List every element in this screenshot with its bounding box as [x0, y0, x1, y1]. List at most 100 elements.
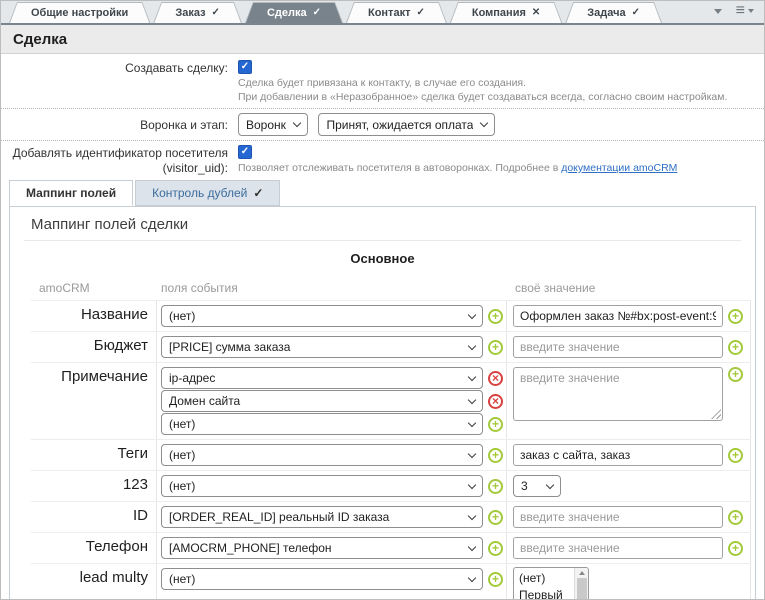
custom-value-input[interactable]	[513, 537, 723, 559]
field-name-label: Примечание	[31, 363, 157, 439]
custom-value-input[interactable]	[513, 305, 723, 327]
tab-deal[interactable]: Сделка ✓	[245, 2, 343, 23]
tab-general-settings[interactable]: Общие настройки	[9, 2, 150, 23]
tab-label: Общие настройки	[31, 7, 128, 19]
funnel-select[interactable]: Воронка	[238, 113, 308, 136]
scrollbar-thumb[interactable]	[577, 578, 587, 600]
tab-order[interactable]: Заказ ✓	[153, 2, 242, 23]
tab-task[interactable]: Задача ✓	[565, 2, 662, 23]
event-field-select[interactable]: ip-адрес	[161, 367, 483, 389]
tab-label: Задача	[587, 7, 625, 19]
chevron-down-icon	[468, 310, 476, 318]
chevron-down-icon[interactable]	[714, 9, 722, 14]
tab-duplicate-control[interactable]: Контроль дублей ✓	[135, 180, 280, 206]
column-header-amocrm: amoCRM	[31, 276, 157, 300]
visitor-uid-checkbox[interactable]: ✓	[238, 145, 252, 159]
custom-value-textarea[interactable]	[513, 367, 723, 421]
tab-contact[interactable]: Контакт ✓	[346, 2, 447, 23]
table-row: Бюджет [PRICE] сумма заказа + +	[31, 331, 751, 362]
visitor-uid-help: Позволяет отслеживать посетителя в автов…	[238, 162, 764, 175]
event-field-select[interactable]: [PRICE] сумма заказа	[161, 336, 483, 358]
add-icon[interactable]: +	[728, 309, 743, 324]
add-icon[interactable]: +	[488, 417, 503, 432]
create-deal-label: Создавать сделку:	[1, 60, 238, 104]
scrollbar[interactable]	[574, 568, 588, 600]
custom-value-input[interactable]	[513, 444, 723, 466]
field-name-label: 123	[31, 471, 157, 501]
custom-value-input[interactable]	[513, 336, 723, 358]
mapping-tab-bar: Маппинг полей Контроль дублей ✓	[9, 180, 764, 206]
event-field-select[interactable]: (нет)	[161, 475, 483, 497]
scroll-up-icon[interactable]	[579, 571, 585, 575]
chevron-down-icon	[468, 511, 476, 519]
funnel-stage-label: Воронка и этап:	[1, 113, 238, 136]
chevron-down-icon	[468, 395, 476, 403]
menu-icon: ≡	[736, 4, 745, 18]
field-name-label: Бюджет	[31, 332, 157, 362]
event-field-select[interactable]: [ORDER_REAL_ID] реальный ID заказа	[161, 506, 483, 528]
event-field-select[interactable]: (нет)	[161, 305, 483, 327]
table-row: 123 (нет) + 3	[31, 470, 751, 501]
chevron-down-icon	[468, 573, 476, 581]
tabbar-actions: ≡	[714, 4, 754, 18]
stage-select[interactable]: Принят, ожидается оплата	[318, 113, 495, 136]
remove-icon[interactable]: ×	[488, 371, 503, 386]
menu-button[interactable]: ≡	[736, 4, 754, 18]
multiselect-option[interactable]: (нет)	[514, 570, 574, 587]
add-icon[interactable]: +	[488, 541, 503, 556]
add-icon[interactable]: +	[488, 340, 503, 355]
funnel-select-value: Воронка	[246, 118, 286, 132]
check-icon: ✓	[253, 186, 263, 200]
field-name-label: Теги	[31, 440, 157, 470]
add-icon[interactable]: +	[728, 367, 743, 382]
event-field-select[interactable]: (нет)	[161, 444, 483, 466]
add-icon[interactable]: +	[488, 448, 503, 463]
chevron-down-icon	[546, 480, 554, 488]
chevron-down-icon	[468, 372, 476, 380]
create-deal-row: Создавать сделку: ✓ Сделка будет привяза…	[1, 60, 764, 104]
field-name-label: Телефон	[31, 533, 157, 563]
table-row: Примечание ip-адрес × Домен сайта	[31, 362, 751, 439]
add-icon[interactable]: +	[488, 572, 503, 587]
field-name-label: ID	[31, 502, 157, 532]
add-icon[interactable]: +	[488, 510, 503, 525]
amocrm-docs-link[interactable]: документации amoCRM	[561, 162, 677, 174]
tab-company[interactable]: Компания ✕	[450, 2, 562, 23]
top-tab-bar: Общие настройки Заказ ✓ Сделка ✓ Контакт…	[1, 1, 764, 25]
check-icon: ✓	[632, 7, 640, 18]
tab-field-mapping[interactable]: Маппинг полей	[9, 180, 133, 206]
chevron-down-icon	[468, 542, 476, 550]
event-field-select[interactable]: (нет)	[161, 413, 483, 435]
table-row: Теги (нет) + +	[31, 439, 751, 470]
event-field-select[interactable]: [AMOCRM_PHONE] телефон	[161, 537, 483, 559]
chevron-down-icon	[468, 449, 476, 457]
mapping-table: amoCRM поля события своё значение Назван…	[31, 276, 751, 600]
event-field-select[interactable]: Домен сайта	[161, 390, 483, 412]
custom-value-select[interactable]: 3	[513, 475, 561, 497]
check-icon: ✓	[241, 62, 249, 72]
event-field-select[interactable]: (нет)	[161, 568, 483, 590]
table-row: Телефон [AMOCRM_PHONE] телефон + +	[31, 532, 751, 563]
mapping-title: Маппинг полей сделки	[10, 207, 755, 240]
remove-icon[interactable]: ×	[488, 394, 503, 409]
table-row: Название (нет) + +	[31, 300, 751, 331]
add-icon[interactable]: +	[728, 340, 743, 355]
create-deal-help-2: При добавлении в «Неразобранное» сделка …	[238, 91, 764, 104]
deal-settings-form: Создавать сделку: ✓ Сделка будет привяза…	[1, 54, 764, 176]
add-icon[interactable]: +	[728, 510, 743, 525]
add-icon[interactable]: +	[728, 448, 743, 463]
chevron-down-icon	[468, 341, 476, 349]
add-icon[interactable]: +	[728, 541, 743, 556]
column-header-custom-value: своё значение	[507, 276, 751, 300]
custom-value-input[interactable]	[513, 506, 723, 528]
add-icon[interactable]: +	[488, 309, 503, 324]
column-header-event-fields: поля события	[157, 276, 507, 300]
chevron-down-icon	[468, 480, 476, 488]
page-title: Сделка	[13, 31, 67, 48]
create-deal-checkbox[interactable]: ✓	[238, 60, 252, 74]
custom-value-multiselect[interactable]: (нет) Первый Второй Третий	[513, 567, 589, 600]
visitor-uid-label: Добавлять идентификатор посетителя (visi…	[1, 145, 238, 176]
add-icon[interactable]: +	[488, 479, 503, 494]
multiselect-option[interactable]: Первый	[514, 587, 574, 600]
check-icon: ✓	[241, 147, 249, 157]
